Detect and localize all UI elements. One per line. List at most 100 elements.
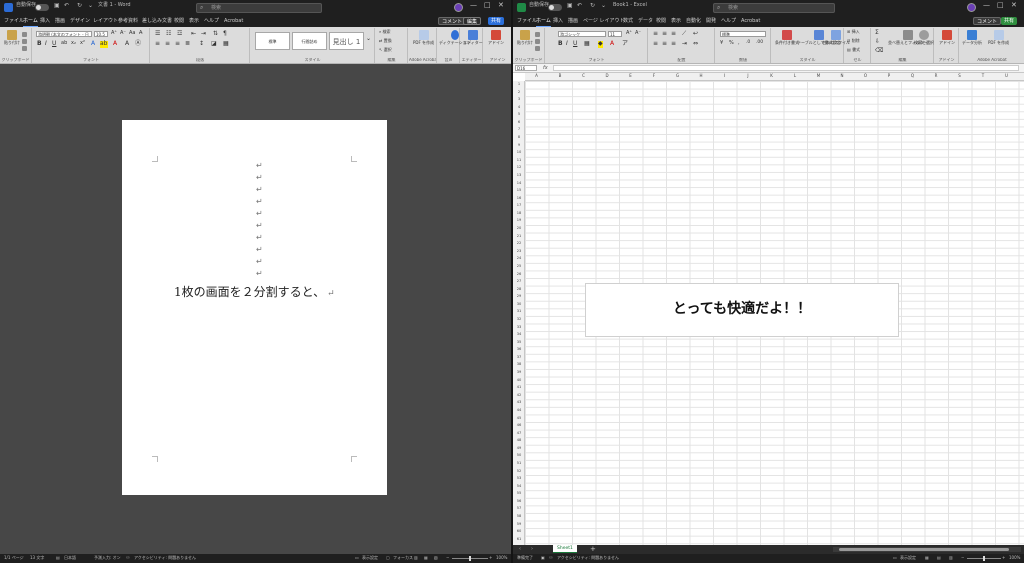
column-header[interactable]: K	[760, 74, 783, 78]
bold-icon[interactable]: B	[37, 40, 42, 48]
insert-function-icon[interactable]: fx	[543, 65, 548, 71]
row-header[interactable]: 31	[513, 310, 525, 314]
row-header[interactable]: 48	[513, 439, 525, 443]
row-header[interactable]: 43	[513, 401, 525, 405]
redo-icon[interactable]: ↻	[77, 3, 82, 9]
strikethrough-icon[interactable]: ab	[61, 40, 67, 47]
show-marks-icon[interactable]: ¶	[223, 30, 227, 38]
number-format-combo[interactable]: 標準	[720, 31, 766, 37]
font-name-combo[interactable]: 游明朝 (本文のフォント - 日	[36, 31, 92, 37]
row-header[interactable]: 17	[513, 204, 525, 208]
avatar[interactable]	[454, 3, 463, 12]
autosave-toggle[interactable]	[548, 4, 562, 11]
fill-icon[interactable]: ⇩	[875, 38, 880, 46]
row-header[interactable]: 36	[513, 348, 525, 352]
analyze-data-button[interactable]: データ分析	[962, 30, 982, 45]
accessibility-icon[interactable]: ⚇	[549, 556, 553, 560]
create-pdf-button[interactable]: PDF を作成	[988, 30, 1009, 45]
tab-help[interactable]: ヘルプ	[721, 17, 736, 26]
autosum-icon[interactable]: Σ	[875, 29, 879, 37]
row-header[interactable]: 47	[513, 431, 525, 436]
display-settings[interactable]: 表示設定	[362, 556, 378, 560]
column-header[interactable]: I	[713, 74, 736, 78]
tab-review[interactable]: 校閲	[656, 17, 666, 26]
comma-icon[interactable]: ,	[738, 40, 740, 47]
indent-icon[interactable]: ⇥	[682, 40, 687, 48]
close-icon[interactable]: ✕	[498, 2, 504, 9]
print-layout-icon[interactable]: ▦	[424, 556, 428, 560]
customize-qat-icon[interactable]: ⌄	[601, 3, 606, 9]
column-header[interactable]: S	[948, 74, 971, 78]
sheet-tab-sheet1[interactable]: Sheet1	[553, 545, 577, 553]
row-header[interactable]: 41	[513, 386, 525, 390]
tab-layout[interactable]: レイアウト	[93, 17, 118, 26]
numbering-icon[interactable]: ☷	[166, 30, 171, 38]
row-header[interactable]: 34	[513, 333, 525, 337]
delete-cells-button[interactable]: ⊟ 削除	[847, 38, 860, 43]
text-effects-icon[interactable]: A	[91, 40, 95, 48]
page-count[interactable]: 1/1 ページ	[4, 556, 24, 560]
multilevel-icon[interactable]: ☲	[177, 30, 182, 38]
share-button[interactable]: 共有	[1001, 17, 1018, 25]
macro-record-icon[interactable]: ▣	[541, 556, 545, 560]
row-header[interactable]: 37	[513, 355, 525, 360]
orientation-icon[interactable]: ⟋	[682, 30, 686, 38]
focus-icon[interactable]: ▢	[386, 556, 390, 560]
column-header[interactable]: O	[854, 74, 877, 78]
row-header[interactable]: 25	[513, 264, 525, 269]
increase-decimal-icon[interactable]: .0	[746, 40, 750, 46]
edit-mode-button[interactable]: 編集	[463, 17, 482, 25]
column-header[interactable]: N	[831, 74, 854, 78]
read-mode-icon[interactable]: ▥	[414, 556, 418, 560]
tab-review[interactable]: 校閲	[174, 17, 184, 26]
tab-file[interactable]: ファイル	[517, 17, 537, 26]
row-header[interactable]: 2	[513, 90, 525, 95]
document-body-text[interactable]: 1枚の画面を２分割すると、 ↵	[174, 286, 335, 299]
row-header[interactable]: 19	[513, 219, 525, 223]
column-header[interactable]: C	[572, 74, 595, 78]
borders-icon[interactable]: ▦	[223, 40, 229, 48]
save-icon[interactable]: ▣	[567, 3, 573, 9]
comment-button[interactable]: コメント	[973, 17, 1002, 25]
word-count[interactable]: 13 文字	[30, 556, 44, 560]
save-icon[interactable]: ▣	[54, 3, 60, 9]
find-button[interactable]: ⌕ 検索	[379, 29, 391, 34]
char-shading-icon[interactable]: A	[125, 40, 129, 48]
column-header[interactable]: M	[807, 74, 830, 78]
web-layout-icon[interactable]: ▧	[434, 556, 438, 560]
column-header[interactable]: Q	[901, 74, 924, 78]
page-layout-view-icon[interactable]: ▤	[937, 556, 941, 560]
style-heading-1[interactable]: 見出し 1	[329, 32, 364, 50]
column-header[interactable]: G	[666, 74, 689, 78]
search-box[interactable]: ⌕ 検索	[713, 3, 835, 13]
font-size-combo[interactable]: 10.5	[94, 31, 108, 37]
copy-icon[interactable]	[22, 39, 27, 44]
align-left-icon[interactable]: ≡	[155, 40, 160, 48]
align-right-icon[interactable]: ≡	[175, 40, 180, 48]
row-header[interactable]: 32	[513, 317, 525, 322]
format-painter-icon[interactable]	[535, 46, 540, 51]
align-right-icon[interactable]: ≡	[671, 40, 676, 48]
row-header[interactable]: 35	[513, 340, 525, 345]
phonetic-icon[interactable]: ア	[622, 40, 628, 48]
page-break-view-icon[interactable]: ▥	[949, 556, 953, 560]
align-top-icon[interactable]: ≡	[653, 30, 658, 38]
customize-qat-icon[interactable]: ⌄	[88, 3, 93, 9]
clear-icon[interactable]: ⌫	[875, 47, 883, 55]
tab-home[interactable]: ホーム	[536, 17, 551, 27]
style-no-spacing[interactable]: 行間詰め	[292, 32, 327, 50]
row-header[interactable]: 10	[513, 151, 525, 155]
addins-button[interactable]: アドイン	[488, 30, 504, 45]
row-header[interactable]: 52	[513, 469, 525, 474]
column-header[interactable]: L	[784, 74, 807, 78]
zoom-out-icon[interactable]: −	[446, 556, 449, 560]
proofing-icon[interactable]: ▤	[56, 556, 60, 560]
format-cells-button[interactable]: ▤ 書式	[847, 47, 860, 52]
row-header[interactable]: 16	[513, 196, 525, 201]
accessibility-icon[interactable]: ⚇	[126, 556, 130, 560]
paste-button[interactable]: 貼り付け	[517, 30, 533, 45]
column-header[interactable]: H	[690, 74, 713, 78]
tab-acrobat[interactable]: Acrobat	[741, 17, 760, 26]
accessibility-status[interactable]: アクセシビリティ: 問題ありません	[134, 556, 196, 560]
tab-insert[interactable]: 挿入	[553, 17, 563, 26]
